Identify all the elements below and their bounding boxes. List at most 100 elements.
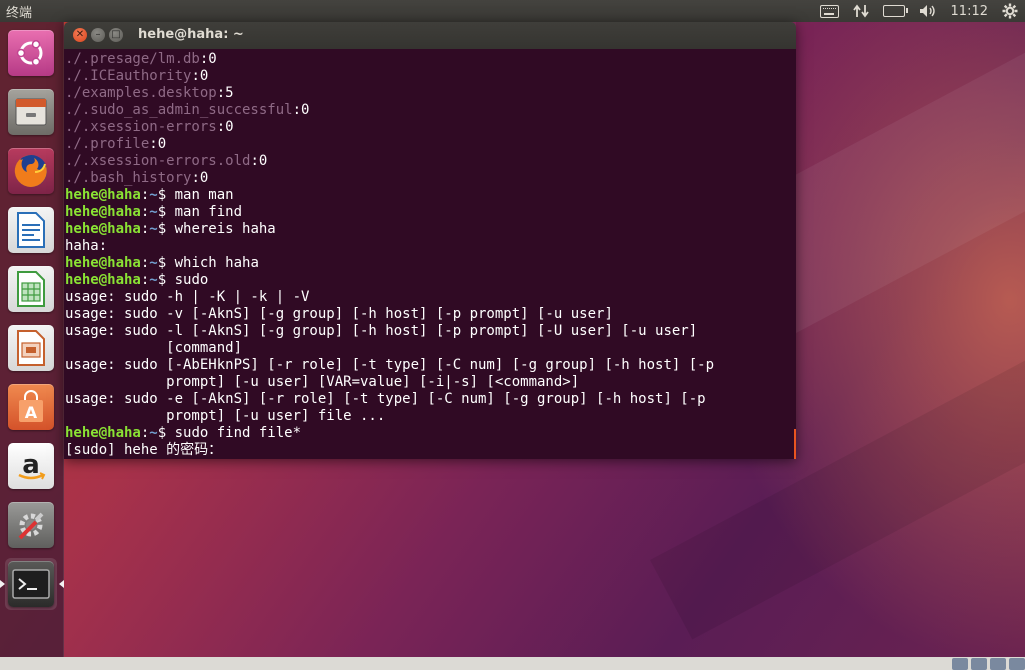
prompt-symbol: $ xyxy=(157,204,175,220)
prompt-symbol: $ xyxy=(157,221,175,237)
terminal-line: hehe@haha:~$ whereis haha xyxy=(65,221,714,238)
file-value: :0 xyxy=(191,68,209,84)
launcher-libreoffice-impress[interactable] xyxy=(5,322,57,374)
terminal-line: ./.presage/lm.db:0 xyxy=(65,51,714,68)
firefox-icon xyxy=(8,148,54,194)
shopping-bag-icon: A xyxy=(8,384,54,430)
terminal-line: usage: sudo -e [-AknS] [-r role] [-t typ… xyxy=(65,391,714,408)
prompt-path: ~ xyxy=(149,425,158,441)
output-text: usage: sudo -h | -K | -k | -V xyxy=(65,289,310,305)
launcher-libreoffice-writer[interactable] xyxy=(5,204,57,256)
file-value: :5 xyxy=(216,85,234,101)
command-text: whereis haha xyxy=(174,221,276,237)
prompt-path: ~ xyxy=(149,272,158,288)
writer-doc-icon xyxy=(8,207,54,253)
window-title: hehe@haha: ~ xyxy=(138,27,244,42)
terminal-line: ./examples.desktop:5 xyxy=(65,85,714,102)
minimize-button[interactable]: – xyxy=(91,28,105,42)
launcher-terminal[interactable] xyxy=(0,558,64,610)
file-cabinet-icon xyxy=(8,89,54,135)
clock[interactable]: 11:12 xyxy=(944,0,995,22)
pen-icon[interactable] xyxy=(1009,658,1025,670)
focused-indicator xyxy=(59,580,64,588)
terminal-line: ./.xsession-errors:0 xyxy=(65,119,714,136)
file-path: ./.xsession-errors xyxy=(65,119,217,135)
prompt-symbol: $ xyxy=(157,187,175,203)
prompt-path: ~ xyxy=(149,255,158,271)
terminal-line: hehe@haha:~$ man man xyxy=(65,187,714,204)
battery-icon[interactable] xyxy=(876,0,912,22)
terminal-icon xyxy=(8,561,54,607)
prompt-path: ~ xyxy=(149,221,158,237)
file-value: :0 xyxy=(292,102,310,118)
close-icon: ✕ xyxy=(75,29,85,40)
scrollbar-indicator[interactable] xyxy=(794,429,796,459)
file-value: :0 xyxy=(191,170,209,186)
terminal-line: prompt] [-u user] file ... xyxy=(65,408,714,425)
status-icons xyxy=(949,658,1025,670)
terminal-line: usage: sudo -v [-AknS] [-g group] [-h ho… xyxy=(65,306,714,323)
prompt-user: hehe@haha xyxy=(65,425,141,441)
file-path: ./.ICEauthority xyxy=(65,68,192,84)
launcher-system-settings[interactable] xyxy=(5,499,57,551)
maximize-button[interactable]: □ xyxy=(109,28,123,42)
network-icon[interactable] xyxy=(846,0,876,22)
bottom-status-strip xyxy=(0,657,1025,670)
file-value: :0 xyxy=(216,119,234,135)
usb-icon[interactable] xyxy=(990,658,1006,670)
maximize-icon: □ xyxy=(111,29,121,40)
terminal-line: hehe@haha:~$ sudo xyxy=(65,272,714,289)
terminal-line: hehe@haha:~$ man find xyxy=(65,204,714,221)
launcher-amazon[interactable]: a xyxy=(5,440,57,492)
terminal-text: ./.presage/lm.db:0 ./.ICEauthority:0 ./exa… xyxy=(65,51,714,459)
launcher: A a xyxy=(0,22,64,670)
output-text: [sudo] hehe 的密码： xyxy=(65,442,223,458)
minimize-icon: – xyxy=(95,29,101,40)
output-text: haha: xyxy=(65,238,108,254)
terminal-output[interactable]: ./.presage/lm.db:0 ./.ICEauthority:0 ./exa… xyxy=(64,49,796,459)
terminal-line: ./.xsession-errors.old:0 xyxy=(65,153,714,170)
keyboard-icon[interactable] xyxy=(813,0,846,22)
terminal-line: ./.profile:0 xyxy=(65,136,714,153)
volume-icon[interactable] xyxy=(912,0,944,22)
active-app-title: 终端 xyxy=(6,6,33,21)
file-path: ./.sudo_as_admin_successful xyxy=(65,102,293,118)
prompt-user: hehe@haha xyxy=(65,187,141,203)
terminal-line: usage: sudo -h | -K | -k | -V xyxy=(65,289,714,306)
top-panel: 终端 11:12 xyxy=(0,0,1025,22)
output-text: prompt] [-u user] [VAR=value] [-i|-s] [<… xyxy=(65,374,580,390)
prompt-symbol: $ xyxy=(157,255,175,271)
window-titlebar[interactable]: ✕ – □ hehe@haha: ~ xyxy=(64,22,796,49)
ubuntu-logo-icon xyxy=(8,30,54,76)
output-text: [command] xyxy=(65,340,243,356)
file-value: :0 xyxy=(250,153,268,169)
launcher-files[interactable] xyxy=(5,86,57,138)
terminal-line: usage: sudo [-AbEHknPS] [-r role] [-t ty… xyxy=(65,357,714,374)
impress-letter: A xyxy=(25,403,38,422)
file-value: :0 xyxy=(149,136,167,152)
launcher-ubuntu-dash[interactable] xyxy=(5,27,57,79)
wrench-gear-icon xyxy=(8,502,54,548)
terminal-line: hehe@haha:~$ which haha xyxy=(65,255,714,272)
launcher-libreoffice-calc[interactable] xyxy=(5,263,57,315)
command-text: man man xyxy=(174,187,234,203)
settings-gear-icon[interactable] xyxy=(995,0,1025,22)
terminal-window[interactable]: ✕ – □ hehe@haha: ~ ./.presage/lm.db:0 ./.… xyxy=(64,22,796,459)
impress-slide-icon xyxy=(8,325,54,371)
prompt-path: ~ xyxy=(149,187,158,203)
prompt-path: ~ xyxy=(149,204,158,220)
terminal-line: hehe@haha:~$ sudo find file* xyxy=(65,425,714,442)
launcher-ubuntu-software[interactable]: A xyxy=(5,381,57,433)
command-text: sudo find file* xyxy=(174,425,302,441)
launcher-firefox[interactable] xyxy=(5,145,57,197)
terminal-line: ./.ICEauthority:0 xyxy=(65,68,714,85)
command-text: sudo xyxy=(174,272,209,288)
terminal-line: usage: sudo -l [-AknS] [-g group] [-h ho… xyxy=(65,323,714,340)
disk-icon[interactable] xyxy=(952,658,968,670)
file-path: ./.presage/lm.db xyxy=(65,51,200,67)
output-text: usage: sudo [-AbEHknPS] [-r role] [-t ty… xyxy=(65,357,715,373)
amazon-icon: a xyxy=(8,443,54,489)
close-button[interactable]: ✕ xyxy=(73,28,87,42)
amazon-letter: a xyxy=(22,450,40,480)
optical-icon[interactable] xyxy=(971,658,987,670)
